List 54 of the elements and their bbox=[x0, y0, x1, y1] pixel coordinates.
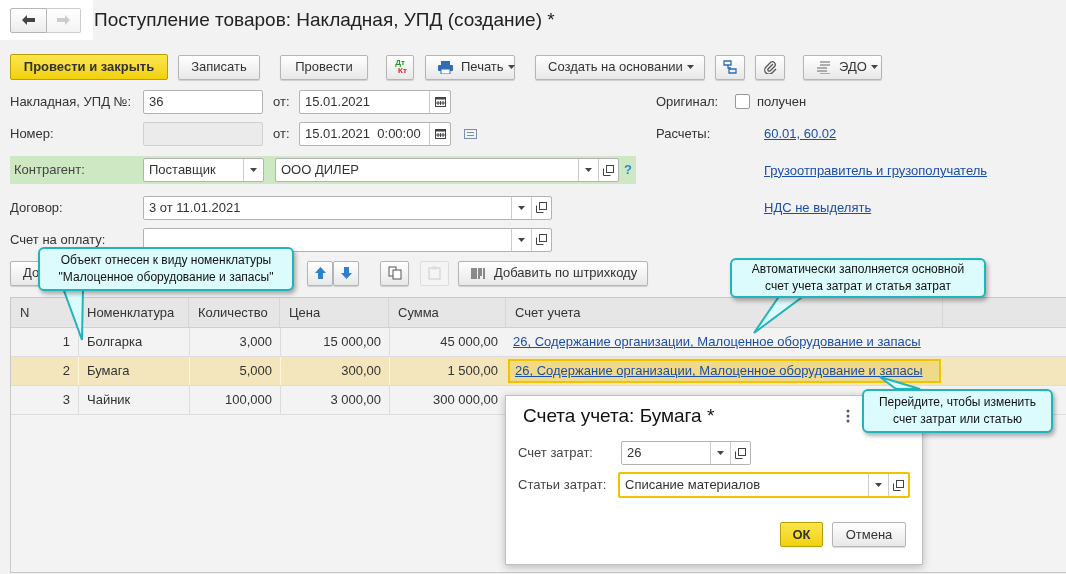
add-by-barcode-button[interactable]: Добавить по штрихкоду bbox=[458, 260, 648, 286]
table-cell: 15 000,00 bbox=[280, 328, 389, 356]
edo-button[interactable]: ЭДО bbox=[803, 54, 882, 80]
number-field[interactable]: 36 bbox=[143, 89, 263, 114]
table-cell: 5,000 bbox=[189, 357, 280, 385]
field-label: Расчеты: bbox=[656, 124, 712, 143]
field-label: Счет затрат: bbox=[518, 444, 594, 463]
column-header[interactable]: Цена bbox=[280, 298, 389, 327]
field-label: Статьи затрат: bbox=[518, 476, 608, 495]
role-field[interactable]: Поставщик bbox=[143, 158, 264, 182]
table-cell: 100,000 bbox=[189, 386, 280, 414]
table-cell: 3,000 bbox=[189, 328, 280, 356]
column-header[interactable]: Сумма bbox=[389, 298, 506, 327]
table-cell: 300,00 bbox=[280, 357, 389, 385]
table-row[interactable]: 1 Болгарка 3,000 15 000,00 45 000,00 26, Содержание организации, Малоценное оборудование и запасы bbox=[11, 328, 1066, 357]
field-label: Счет на оплату: bbox=[10, 230, 107, 249]
table-cell-text: 2 bbox=[61, 362, 71, 381]
field-label: Номер: bbox=[10, 124, 55, 143]
link[interactable]: НДС не выделять bbox=[764, 197, 872, 218]
save-button[interactable]: Записать bbox=[178, 54, 260, 80]
field-label: Оригинал: bbox=[656, 92, 720, 111]
settlements-link[interactable]: 60.01, 60.02 bbox=[764, 123, 837, 144]
account-link[interactable]: 26, Содержание организации, Малоценное оборудование и запасы bbox=[508, 359, 941, 383]
field-label: Контрагент: bbox=[14, 161, 86, 180]
window-title: Поступление товаров: Накладная, УПД (создание) * bbox=[94, 7, 555, 32]
field-label: от: bbox=[273, 92, 291, 111]
print-button[interactable]: Печать bbox=[425, 54, 515, 80]
cost-account-field[interactable]: 26 bbox=[621, 441, 751, 465]
table-row[interactable]: 2 Бумага 5,000 300,00 1 500,00 26, Содержание организации, Малоценное оборудование и запасы bbox=[11, 357, 1066, 386]
debit-credit-button[interactable]: Дт Кт bbox=[386, 54, 414, 80]
table-cell: 1 500,00 bbox=[389, 357, 506, 385]
date-field[interactable]: 15.01.2021 bbox=[299, 89, 451, 114]
table-cell-text: 3 bbox=[61, 391, 71, 410]
table-cell: 3 000,00 bbox=[280, 386, 389, 414]
post-and-close-button[interactable]: Провести и закрыть bbox=[10, 54, 168, 80]
table-cell: 45 000,00 bbox=[389, 328, 506, 356]
link[interactable]: Грузоотправитель и грузополучатель bbox=[764, 160, 988, 181]
column-header[interactable]: Количество bbox=[189, 298, 280, 327]
counterparty-field[interactable]: ООО ДИЛЕР bbox=[275, 158, 619, 182]
contract-field[interactable]: 3 от 11.01.2021 bbox=[143, 195, 552, 220]
cost-item-field[interactable]: Списание материалов bbox=[618, 472, 910, 498]
table-cell: Чайник bbox=[78, 386, 189, 414]
table-cell: Бумага bbox=[78, 357, 189, 385]
field-label: Договор: bbox=[10, 198, 64, 217]
ok-button[interactable]: ОК bbox=[780, 522, 823, 547]
cancel-button[interactable]: Отмена bbox=[832, 522, 906, 547]
post-button[interactable]: Провести bbox=[280, 54, 368, 80]
create-based-on-button[interactable]: Создать на основании bbox=[535, 54, 705, 80]
field-label: от: bbox=[273, 124, 291, 143]
checkbox-label: получен bbox=[757, 92, 807, 111]
field-label: Накладная, УПД №: bbox=[10, 92, 133, 111]
dialog-title: Счета учета: Бумага * bbox=[523, 403, 716, 428]
table-cell-text: 1 bbox=[61, 333, 71, 352]
account-link[interactable]: 26, Содержание организации, Малоценное оборудование и запасы bbox=[508, 330, 941, 354]
